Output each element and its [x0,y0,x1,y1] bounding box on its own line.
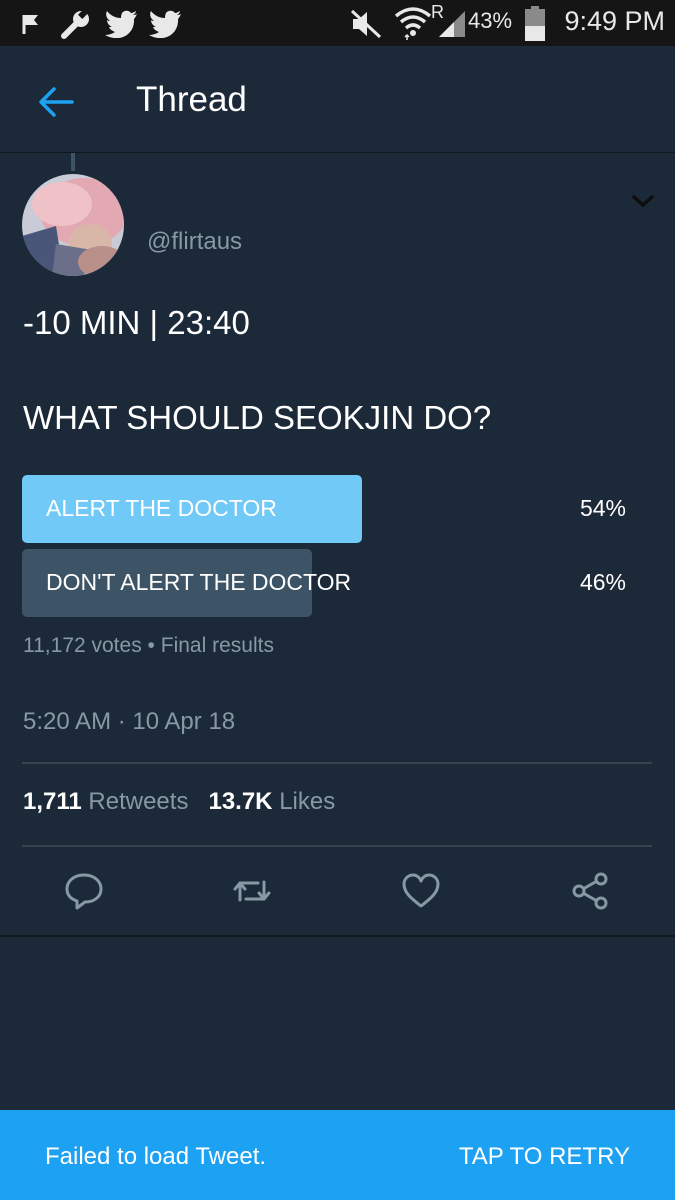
poll-option-percent: 54% [579,495,626,521]
divider [22,762,652,764]
back-arrow-icon[interactable] [34,80,78,124]
error-snackbar: Failed to load Tweet. TAP TO RETRY [0,1110,675,1200]
share-icon[interactable] [569,870,611,912]
like-icon[interactable] [400,870,442,912]
tweet-timestamp: 5:20 AM · 10 Apr 18 [23,708,236,735]
divider [0,935,675,937]
poll-option-label: DON'T ALERT THE DOCTOR [46,569,352,595]
poll-separator: • [147,634,155,657]
retweets-count: 1,711 [23,788,82,815]
retweet-icon[interactable] [231,870,273,912]
poll-vote-count: 11,172 votes [23,634,142,657]
poll-meta: 11,172 votes • Final results [23,634,274,658]
likes-label: Likes [279,788,336,815]
app-bar: Thread [0,46,675,153]
poll-option-percent: 46% [579,569,626,595]
wifi-icon [394,7,432,40]
wrench-icon [61,9,89,39]
thread-connector-line [71,153,75,171]
retweets-stat[interactable]: 1,711 Retweets [23,788,195,815]
retweets-label: Retweets [88,788,189,815]
tweet-stats: 1,711 Retweets 13.7K Likes [23,788,335,816]
tweet-text-line: WHAT SHOULD SEOKJIN DO? [23,399,492,436]
retry-button[interactable]: TAP TO RETRY [459,1143,630,1171]
reply-icon[interactable] [63,870,105,912]
status-bar: R 43% 9:49 PM [0,0,675,46]
chevron-down-icon[interactable] [630,192,656,212]
likes-count: 13.7K [208,788,273,815]
twitter-bird-icon [105,10,137,38]
avatar[interactable] [22,174,124,276]
signal-icon [439,11,465,37]
flag-icon [22,15,38,34]
tweet-text-line: -10 MIN | 23:40 [23,304,250,341]
poll-option-label: ALERT THE DOCTOR [46,495,277,521]
battery-percent: 43% [468,8,513,33]
snackbar-message: Failed to load Tweet. [45,1143,267,1170]
likes-stat[interactable]: 13.7K Likes [208,788,335,815]
poll-option: ALERT THE DOCTOR 54% [22,475,652,543]
battery-icon [525,6,545,41]
poll-option: DON'T ALERT THE DOCTOR 46% [22,549,652,617]
user-handle[interactable]: @flirtaus [147,228,242,256]
twitter-bird-icon [149,10,181,38]
clock-time: 9:49 PM [564,6,665,36]
divider [22,845,652,847]
mute-icon [350,9,382,39]
poll-status: Final results [160,634,274,657]
page-title: Thread [136,80,247,119]
